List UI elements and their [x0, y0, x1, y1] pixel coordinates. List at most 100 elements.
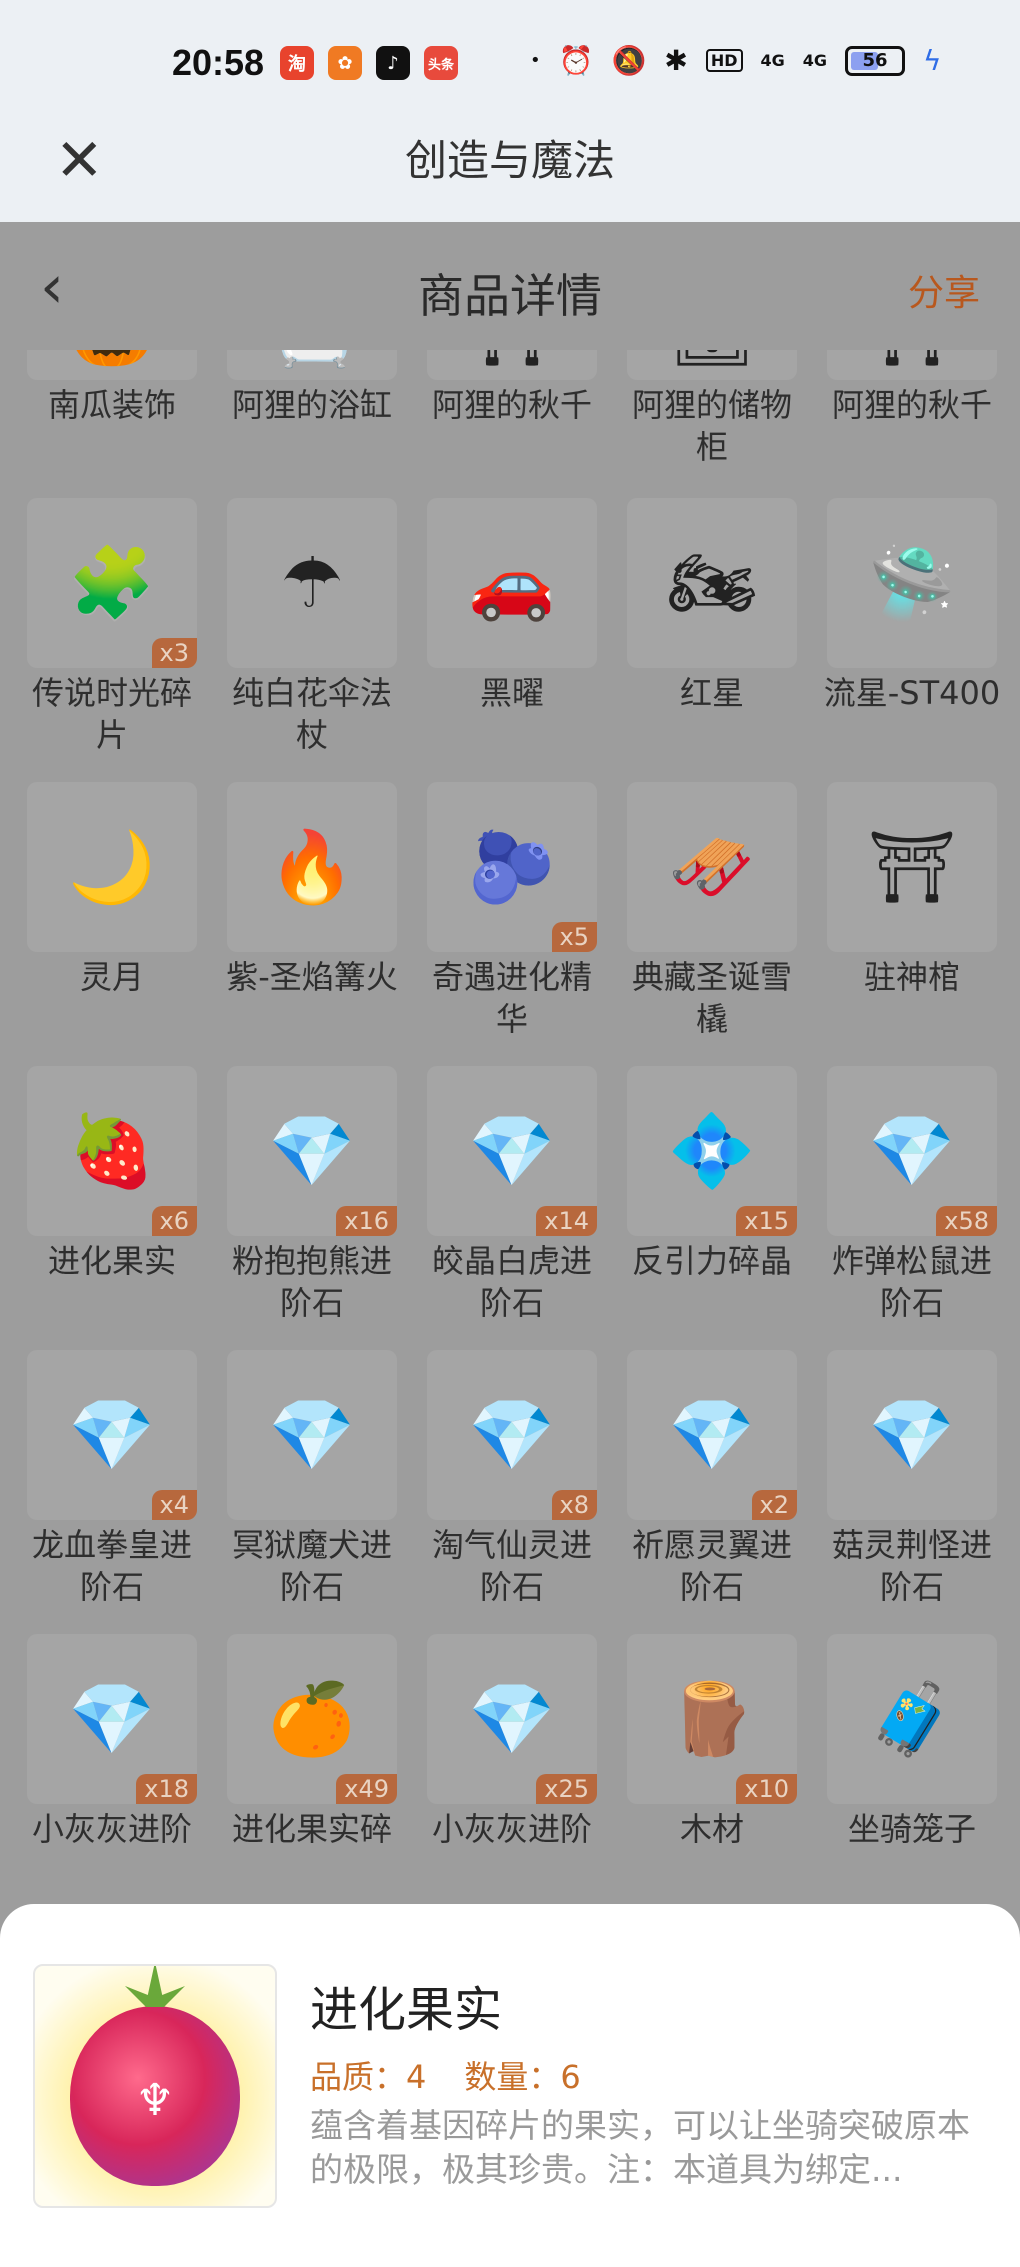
item-icon: 🍊 — [268, 1677, 356, 1760]
item-icon: 💎 — [468, 1109, 556, 1192]
taobao-icon: 淘 — [280, 46, 314, 80]
item-cell[interactable]: 🪵 x10 木材 — [622, 1634, 802, 1918]
item-cell[interactable]: 💎 冥狱魔犬进阶石 — [222, 1350, 402, 1634]
item-cell[interactable]: 💎 菇灵荆怪进阶石 — [822, 1350, 1002, 1634]
item-thumbnail: 💎 — [227, 1350, 397, 1520]
item-name: 奇遇进化精华 — [431, 958, 592, 1038]
item-cell[interactable]: 🍓 x6 进化果实 — [22, 1066, 202, 1350]
status-bar: 20:58 淘 ✿ ♪ 头条 • ⏰ 🔕 ✱ HD 4G 4G 56 ϟ — [0, 0, 1020, 115]
item-icon: 💎 — [468, 1393, 556, 1476]
item-cell[interactable]: 🍊 x49 进化果实碎 — [222, 1634, 402, 1918]
item-cell[interactable]: 🛸 流星-ST400 — [822, 498, 1002, 782]
item-cell[interactable]: 💎 x16 粉抱抱熊进阶石 — [222, 1066, 402, 1350]
item-name: 纯白花伞法杖 — [231, 674, 392, 754]
item-name: 菇灵荆怪进阶石 — [831, 1526, 992, 1606]
item-icon: ⛩ — [867, 825, 957, 908]
item-icon: 🛷 — [668, 825, 756, 908]
item-grid: 🎃南瓜装饰🛁阿狸的浴缸⛩阿狸的秋千🗄阿狸的储物柜⛩阿狸的秋千🧩x3传说时光碎片☂… — [22, 280, 1002, 1918]
item-cell[interactable]: 🧩 x3 传说时光碎片 — [22, 498, 202, 782]
item-thumbnail: 🛸 — [827, 498, 997, 668]
item-thumbnail: 💎 x2 — [627, 1350, 797, 1520]
item-cell[interactable]: 💎 x14 皎晶白虎进阶石 — [422, 1066, 602, 1350]
item-thumbnail: 🍓 x6 — [27, 1066, 197, 1236]
item-cell[interactable]: 🌙 灵月 — [22, 782, 202, 1066]
item-name: 传说时光碎片 — [31, 674, 192, 754]
item-icon: 💎 — [668, 1393, 756, 1476]
item-icon: 🫐 — [468, 825, 556, 908]
item-cell[interactable]: 💎 x58 炸弹松鼠进阶石 — [822, 1066, 1002, 1350]
item-icon: 💎 — [868, 1109, 956, 1192]
item-cell[interactable]: 💠 x15 反引力碎晶 — [622, 1066, 802, 1350]
quantity-badge: x49 — [336, 1774, 397, 1804]
item-cell[interactable]: 💎 x8 淘气仙灵进阶石 — [422, 1350, 602, 1634]
item-cell[interactable]: 🏍 红星 — [622, 498, 802, 782]
item-meta: 品质：4 数量：6 — [310, 2052, 581, 2098]
quantity-badge: x6 — [151, 1206, 197, 1236]
item-name: 南瓜装饰 — [47, 386, 176, 424]
item-cell[interactable]: 💎 x4 龙血拳皇进阶石 — [22, 1350, 202, 1634]
item-thumbnail: 💎 x4 — [27, 1350, 197, 1520]
item-icon: 🧳 — [868, 1677, 956, 1760]
item-row: 🧩 x3 传说时光碎片 ☂ 纯白花伞法杖 🚗 黑曜 🏍 红星 🛸 流星-ST400 — [22, 498, 1002, 782]
item-cell[interactable]: 🫐 x5 奇遇进化精华 — [422, 782, 602, 1066]
tiktok-icon: ♪ — [376, 46, 410, 80]
item-icon: 🛸 — [868, 541, 956, 624]
item-name: 进化果实 — [47, 1242, 176, 1280]
item-name: 灵月 — [79, 958, 144, 996]
item-name: 小灰灰进阶 — [431, 1810, 592, 1848]
item-thumbnail: 🔥 — [227, 782, 397, 952]
charging-icon: ϟ — [923, 44, 942, 77]
item-cell[interactable]: 🛷 典藏圣诞雪橇 — [622, 782, 802, 1066]
item-thumbnail: 🌙 — [27, 782, 197, 952]
dot-icon: • — [530, 50, 541, 71]
item-name: 祈愿灵翼进阶石 — [631, 1526, 792, 1606]
item-thumbnail: 🪵 x10 — [627, 1634, 797, 1804]
bluetooth-icon: ✱ — [664, 44, 688, 77]
mute-icon: 🔕 — [611, 44, 647, 77]
item-name: 阿狸的秋千 — [831, 386, 992, 424]
item-thumbnail: 🫐 x5 — [427, 782, 597, 952]
item-icon: 💎 — [468, 1677, 556, 1760]
item-name: 阿狸的储物柜 — [631, 386, 792, 466]
item-name: 龙血拳皇进阶石 — [31, 1526, 192, 1606]
item-icon: 🪵 — [668, 1677, 756, 1760]
item-name: 流星-ST400 — [823, 674, 1001, 712]
app-orange-icon: ✿ — [328, 46, 362, 80]
item-cell[interactable]: ☂ 纯白花伞法杖 — [222, 498, 402, 782]
item-cell[interactable]: 💎 x18 小灰灰进阶 — [22, 1634, 202, 1918]
item-cell[interactable]: 🚗 黑曜 — [422, 498, 602, 782]
item-cell[interactable]: 💎 x2 祈愿灵翼进阶石 — [622, 1350, 802, 1634]
quantity-badge: x25 — [536, 1774, 597, 1804]
quantity-badge: x4 — [151, 1490, 197, 1520]
item-name: 冥狱魔犬进阶石 — [231, 1526, 392, 1606]
item-thumbnail: 💎 — [827, 1350, 997, 1520]
item-icon: 🧩 — [68, 541, 156, 624]
item-cell[interactable]: 🔥 紫-圣焰篝火 — [222, 782, 402, 1066]
alarm-icon: ⏰ — [558, 44, 594, 77]
item-thumbnail: 🏍 — [627, 498, 797, 668]
item-thumbnail: 💎 x25 — [427, 1634, 597, 1804]
quantity-badge: x18 — [136, 1774, 197, 1804]
item-quality: 品质：4 — [310, 2058, 427, 2096]
hd-icon: HD — [705, 49, 743, 72]
item-name: 炸弹松鼠进阶石 — [831, 1242, 992, 1322]
share-button[interactable]: 分享 — [908, 264, 980, 316]
item-icon: 💎 — [268, 1393, 356, 1476]
item-name: 粉抱抱熊进阶石 — [231, 1242, 392, 1322]
item-name: 反引力碎晶 — [631, 1242, 792, 1280]
item-name: 小灰灰进阶 — [31, 1810, 192, 1848]
notification-app-icons: 淘 ✿ ♪ 头条 — [280, 46, 458, 80]
page-title: 商品详情 — [418, 269, 602, 323]
item-thumbnail: 💎 x18 — [27, 1634, 197, 1804]
status-time: 20:58 — [172, 42, 265, 83]
item-thumbnail: 💎 x16 — [227, 1066, 397, 1236]
item-cell[interactable]: 🧳 坐骑笼子 — [822, 1634, 1002, 1918]
item-icon: 🔥 — [268, 825, 356, 908]
item-cell[interactable]: ⛩ 驻神棺 — [822, 782, 1002, 1066]
item-detail-sheet: ♆ 进化果实 品质：4 数量：6 蕴含着基因碎片的果实，可以让坐骑突破原本的极限… — [0, 1904, 1020, 2267]
item-name: 黑曜 — [479, 674, 544, 712]
quantity-badge: x10 — [736, 1774, 797, 1804]
item-row: 🍓 x6 进化果实 💎 x16 粉抱抱熊进阶石 💎 x14 皎晶白虎进阶石 💠 x15 反引力碎晶 💎 x… — [22, 1066, 1002, 1350]
quantity-badge: x3 — [151, 638, 197, 668]
item-cell[interactable]: 💎 x25 小灰灰进阶 — [422, 1634, 602, 1918]
